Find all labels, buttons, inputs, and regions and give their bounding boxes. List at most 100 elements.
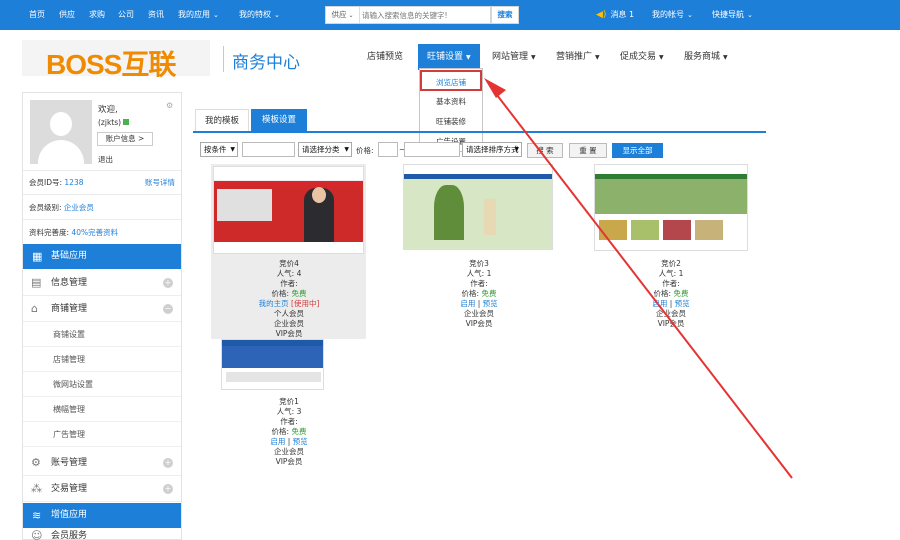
divider [23,219,181,220]
nav-deals[interactable]: 促成交易 ▼ [620,44,664,70]
price-label: 价格: [271,427,290,436]
sidebar-item-info-management[interactable]: ▤ 信息管理 + [23,270,181,296]
template-name: 竞价3 [469,259,489,268]
member-type: 企业会员 [464,309,494,318]
avatar [30,100,92,164]
dropdown-browse-store[interactable]: 浏览店铺 [420,70,482,91]
member-level-row: 会员级别: 企业会员 [29,202,94,213]
price-max-input[interactable] [404,142,460,157]
caret-down-icon: ▼ [595,54,600,61]
member-level-value[interactable]: 企业会员 [64,203,94,212]
nav-service-mall-label: 服务商城 [684,52,721,62]
template-price: 价格: 免费 [238,427,340,437]
link-separator: | [287,437,291,446]
show-all-button[interactable]: 显示全部 [612,143,663,158]
sort-select[interactable]: 请选择排序方式 ▼ [462,142,522,157]
enable-link[interactable]: 启用 [652,299,667,308]
sidebar-item-label: 交易管理 [51,484,88,494]
sidebar-item-account-management[interactable]: ⚙ 账号管理 + [23,450,181,476]
price-label: 价格: [461,289,480,298]
condition-select-value: 按条件 [204,145,227,154]
user-icon: ☺ [31,529,43,540]
section-basic-apps[interactable]: ▦ 基础应用 [23,244,181,269]
keyword-input[interactable] [242,142,295,157]
welcome-text: 欢迎, [98,105,118,115]
submenu-label: 横幅管理 [53,405,85,414]
profile-completeness-label: 资料完善度: [29,228,70,237]
sidebar-item-shop-management[interactable]: ⌂ 商铺管理 − [23,296,181,322]
gear-icon[interactable]: ⚙ [166,101,173,110]
nav-store-preview[interactable]: 店铺预览 [367,44,403,70]
member-type: VIP会员 [465,319,493,328]
price-value: 免费 [291,289,307,298]
quick-nav-menu[interactable]: 快捷导航 ⌄ [712,0,753,30]
preview-link[interactable]: 预览 [483,299,498,308]
quick-nav-label: 快捷导航 [712,10,744,19]
price-value: 免费 [291,427,307,436]
account-detail-link[interactable]: 账号详情 [145,177,175,188]
enable-link[interactable]: 启用 [460,299,475,308]
sidebar-item-label: 账号管理 [51,458,88,468]
tab-template-settings[interactable]: 模板设置 [251,109,307,131]
thumb-header [595,165,747,174]
submenu-shop-settings[interactable]: 商铺设置 [23,322,181,347]
price-label: 价格: [653,289,672,298]
chevron-down-icon: ▼ [344,146,349,153]
nav-shop-settings[interactable]: 旺铺设置 ▼ [418,44,480,70]
price-label: 价格: [356,146,374,155]
tab-my-templates[interactable]: 我的模板 [195,109,249,131]
profile-completeness-value[interactable]: 40%完善资料 [71,228,118,237]
enable-link[interactable]: 启用 [270,437,285,446]
submenu-store-management[interactable]: 店铺管理 [23,347,181,372]
chevron-down-icon: ⌄ [747,11,753,19]
condition-select[interactable]: 按条件 ▼ [200,142,238,157]
nav-marketing-label: 营销推广 [556,52,593,62]
logout-link[interactable]: 退出 [98,154,113,165]
dropdown-shop-decoration[interactable]: 旺铺装修 [420,111,482,132]
my-homepage-link[interactable]: 我的主页 [259,299,289,308]
my-account-menu[interactable]: 我的帐号 ⌄ [652,0,693,30]
reset-button[interactable]: 重 置 [569,143,607,158]
messages-link[interactable]: ◀) 消息 1 [596,0,634,30]
submenu-banner-management[interactable]: 横幅管理 [23,397,181,422]
template-thumbnail[interactable] [594,164,748,251]
template-popularity: 人气: 3 [276,407,302,416]
section-value-added-apps-label: 增值应用 [51,510,88,520]
template-info-1: 竞价1 人气: 3 作者: 价格: 免费 启用 | 预览 企业会员 VIP会员 [238,397,340,467]
home-icon: ⌂ [31,302,38,315]
dropdown-basic-info[interactable]: 基本资料 [420,91,482,112]
expand-icon: + [163,484,173,494]
member-type: VIP会员 [657,319,685,328]
price-min-input[interactable] [378,142,398,157]
template-thumbnail[interactable] [221,339,324,390]
preview-link[interactable]: 预览 [293,437,308,446]
page-title: 商务中心 [232,53,300,73]
sort-select-value: 请选择排序方式 [466,145,519,154]
username-text: (zjkts) [98,118,122,127]
profile-completeness-row: 资料完善度: 40%完善资料 [29,227,118,238]
in-use-status: [使用中] [291,299,320,308]
preview-link[interactable]: 预览 [675,299,690,308]
section-value-added-apps[interactable]: ≋ 增值应用 [23,503,181,528]
nav-website-management[interactable]: 网站管理 ▼ [492,44,536,70]
template-thumbnail[interactable] [213,166,364,254]
submenu-micro-site-settings[interactable]: 微网站设置 [23,372,181,397]
site-logo[interactable]: BOSS互联 [22,40,210,80]
member-type: 企业会员 [274,319,304,328]
category-select[interactable]: 请选择分类 ▼ [298,142,352,157]
template-links: 启用 | 预览 [238,437,340,447]
username: (zjkts) [98,118,130,127]
template-author: 作者: [280,417,298,426]
submenu-ad-management[interactable]: 广告管理 [23,422,181,447]
account-info-button[interactable]: 账户信息 > [97,132,153,146]
grid-icon: ▦ [32,250,43,263]
nav-marketing[interactable]: 营销推广 ▼ [556,44,600,70]
my-account-label: 我的帐号 [652,10,684,19]
sidebar-item-member-service[interactable]: ☺ 会员服务 [23,529,181,540]
search-filter-button[interactable]: 搜 索 [527,143,563,158]
nav-service-mall[interactable]: 服务商城 ▼ [684,44,728,70]
template-info-2: 竞价2 人气: 1 作者: 价格: 免费 启用 | 预览 企业会员 VIP会员 [620,259,722,329]
template-thumbnail[interactable] [403,164,553,250]
sidebar-item-trade-management[interactable]: ⁂ 交易管理 + [23,476,181,502]
member-type: VIP会员 [275,329,303,338]
